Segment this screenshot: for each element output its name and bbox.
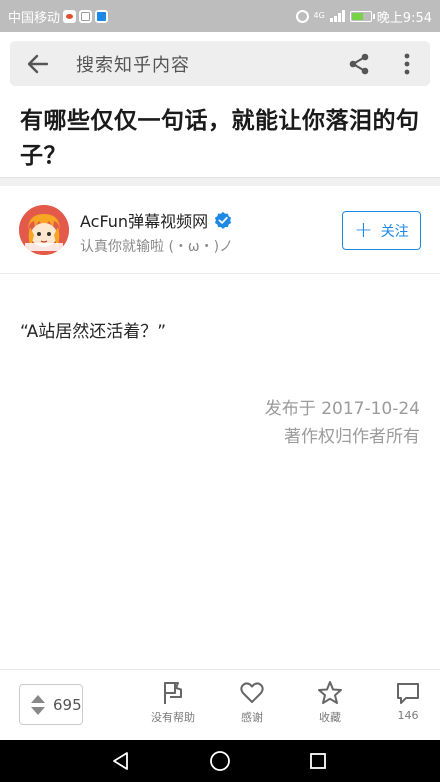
section-divider: [0, 177, 440, 186]
share-icon: [349, 53, 369, 75]
back-button[interactable]: [10, 41, 66, 86]
upvote-downvote-icon: [31, 694, 45, 715]
question-title[interactable]: 有哪些仅仅一句话，就能让你落泪的句子？: [20, 104, 420, 174]
nav-home-button[interactable]: [207, 748, 233, 774]
more-vertical-icon: [404, 53, 410, 75]
author-separator: [0, 273, 440, 274]
question-header[interactable]: 有哪些仅仅一句话，就能让你落泪的句子？: [0, 96, 440, 178]
more-button[interactable]: [392, 49, 422, 79]
vote-count: 695: [53, 695, 82, 714]
vote-button[interactable]: 695: [19, 684, 83, 725]
share-button[interactable]: [344, 49, 374, 79]
answer-content: “A站居然还活着？”: [20, 322, 167, 342]
nav-back-button[interactable]: [108, 748, 134, 774]
not-helpful-button[interactable]: 没有帮助: [141, 680, 205, 725]
collect-label: 收藏: [319, 711, 341, 724]
author-row[interactable]: AcFun弹幕视频网 认真你就输啦 (・ω・)ノ + 关注: [0, 186, 440, 274]
circle-home-icon: [210, 751, 230, 771]
copyright-notice: 著作权归作者所有: [284, 427, 420, 447]
acfun-mascot-icon: [19, 205, 69, 255]
search-box[interactable]: 搜索知乎内容: [10, 41, 430, 86]
search-input[interactable]: 搜索知乎内容: [76, 51, 190, 77]
square-recents-icon: [310, 753, 326, 769]
status-time: 晚上9:54: [376, 10, 432, 26]
star-icon: [318, 681, 342, 704]
answer-meta: 发布于 2017-10-24 著作权归作者所有: [265, 395, 420, 451]
carrier-label: 中国移动: [8, 10, 61, 26]
plus-icon: +: [354, 217, 373, 243]
follow-button[interactable]: + 关注: [342, 211, 421, 250]
author-bio: 认真你就输啦 (・ω・)ノ: [80, 239, 234, 255]
author-name[interactable]: AcFun弹幕视频网: [80, 208, 208, 232]
comment-icon: [397, 683, 419, 704]
nav-recents-button[interactable]: [305, 748, 331, 774]
alarm-icon: [295, 9, 309, 23]
signal-icon: [329, 10, 345, 22]
status-left: 中国移动: [8, 7, 109, 26]
battery-icon: [349, 10, 375, 22]
triangle-back-icon: [113, 752, 128, 770]
system-nav-bar: [0, 740, 440, 782]
heart-icon: [240, 682, 264, 703]
publish-date: 发布于 2017-10-24: [264, 399, 420, 419]
follow-label: 关注: [380, 223, 409, 240]
comments-button[interactable]: 146: [376, 680, 440, 722]
author-name-row: AcFun弹幕视频网: [80, 208, 232, 232]
avatar[interactable]: [19, 205, 69, 255]
battery-level: [351, 12, 363, 20]
arrow-left-icon: [27, 54, 49, 73]
not-helpful-label: 没有帮助: [151, 711, 195, 724]
comment-count: 146: [397, 709, 419, 722]
status-right: 4G 晚上9:54: [295, 7, 432, 26]
top-bar: 搜索知乎内容: [0, 32, 440, 96]
flag-icon: [164, 682, 182, 704]
collect-button[interactable]: 收藏: [298, 680, 362, 725]
action-bar: 695 没有帮助 感谢 收藏 146: [0, 669, 440, 740]
verified-badge-icon: [214, 211, 232, 229]
weibo-icon: [63, 9, 77, 23]
app-notification-icon: [95, 9, 109, 23]
thanks-button[interactable]: 感谢: [220, 680, 284, 725]
network-type-label: 4G: [313, 11, 325, 20]
status-bar: 中国移动 4G 晚上9:54: [0, 0, 440, 32]
gallery-icon: [79, 9, 93, 23]
thanks-label: 感谢: [241, 711, 263, 724]
